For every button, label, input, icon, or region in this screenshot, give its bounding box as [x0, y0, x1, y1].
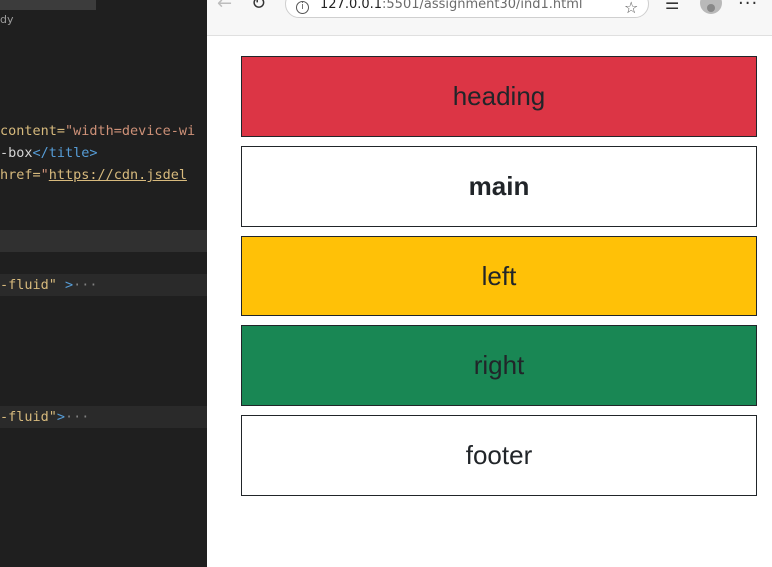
code-line-container-fluid-1[interactable]: -fluid" >··· — [0, 274, 207, 296]
fold-ellipsis-icon[interactable]: ··· — [65, 409, 89, 425]
info-icon[interactable]: i — [296, 1, 309, 14]
left-label: left — [481, 260, 517, 291]
code-tag: </title> — [32, 145, 98, 161]
code-line-meta-viewport[interactable]: content="width=device-wi — [0, 120, 207, 142]
code-quote: " — [40, 167, 49, 183]
code-string: -fluid" — [0, 409, 57, 425]
more-icon[interactable]: ··· — [738, 0, 758, 13]
editor-top-tab[interactable] — [0, 0, 96, 10]
heading-label: heading — [452, 81, 546, 111]
code-line-title[interactable]: -box</title> — [0, 142, 207, 164]
right-block: right — [241, 325, 757, 406]
page-content: heading main left right footer — [207, 37, 772, 567]
browser-window: ← ↻ i 127.0.0.1:5501/assignment30/ind1.h… — [207, 0, 772, 567]
main-block: main — [241, 146, 757, 227]
reload-icon[interactable]: ↻ — [251, 0, 266, 13]
code-editor-pane[interactable]: dy content="width=device-wi -box</title>… — [0, 0, 207, 567]
url-host: 127.0.0.1 — [320, 0, 383, 12]
code-string: "width=device-wi — [65, 123, 196, 139]
editor-top-label: dy — [0, 13, 14, 26]
left-block: left — [241, 236, 757, 316]
address-bar[interactable]: i 127.0.0.1:5501/assignment30/ind1.html … — [285, 0, 649, 18]
code-link[interactable]: https://cdn.jsdel — [49, 167, 187, 183]
code-attr: href= — [0, 167, 41, 183]
footer-block: footer — [241, 415, 757, 496]
browser-toolbar: ← ↻ i 127.0.0.1:5501/assignment30/ind1.h… — [207, 0, 772, 36]
right-label: right — [473, 350, 525, 380]
url-path: :5501/assignment30/ind1.html — [382, 0, 583, 12]
main-label: main — [468, 171, 530, 201]
code-text: -box — [0, 145, 33, 161]
url-text[interactable]: 127.0.0.1:5501/assignment30/ind1.html — [320, 0, 583, 12]
footer-label: footer — [465, 440, 533, 470]
profile-avatar-icon[interactable] — [700, 0, 722, 14]
current-line-highlight — [0, 230, 207, 252]
code-tag: > — [56, 409, 66, 425]
code-attr: content= — [0, 123, 66, 139]
heading-block: heading — [241, 56, 757, 137]
code-line-link[interactable]: href="https://cdn.jsdel — [0, 164, 207, 186]
back-arrow-icon[interactable]: ← — [217, 0, 232, 13]
star-icon[interactable]: ☆ — [624, 0, 638, 17]
code-tag: > — [56, 277, 74, 293]
code-line-container-fluid-2[interactable]: -fluid">··· — [0, 406, 207, 428]
favorites-icon[interactable]: ☰ — [665, 0, 679, 13]
code-string: -fluid" — [0, 277, 57, 293]
fold-ellipsis-icon[interactable]: ··· — [73, 277, 97, 293]
